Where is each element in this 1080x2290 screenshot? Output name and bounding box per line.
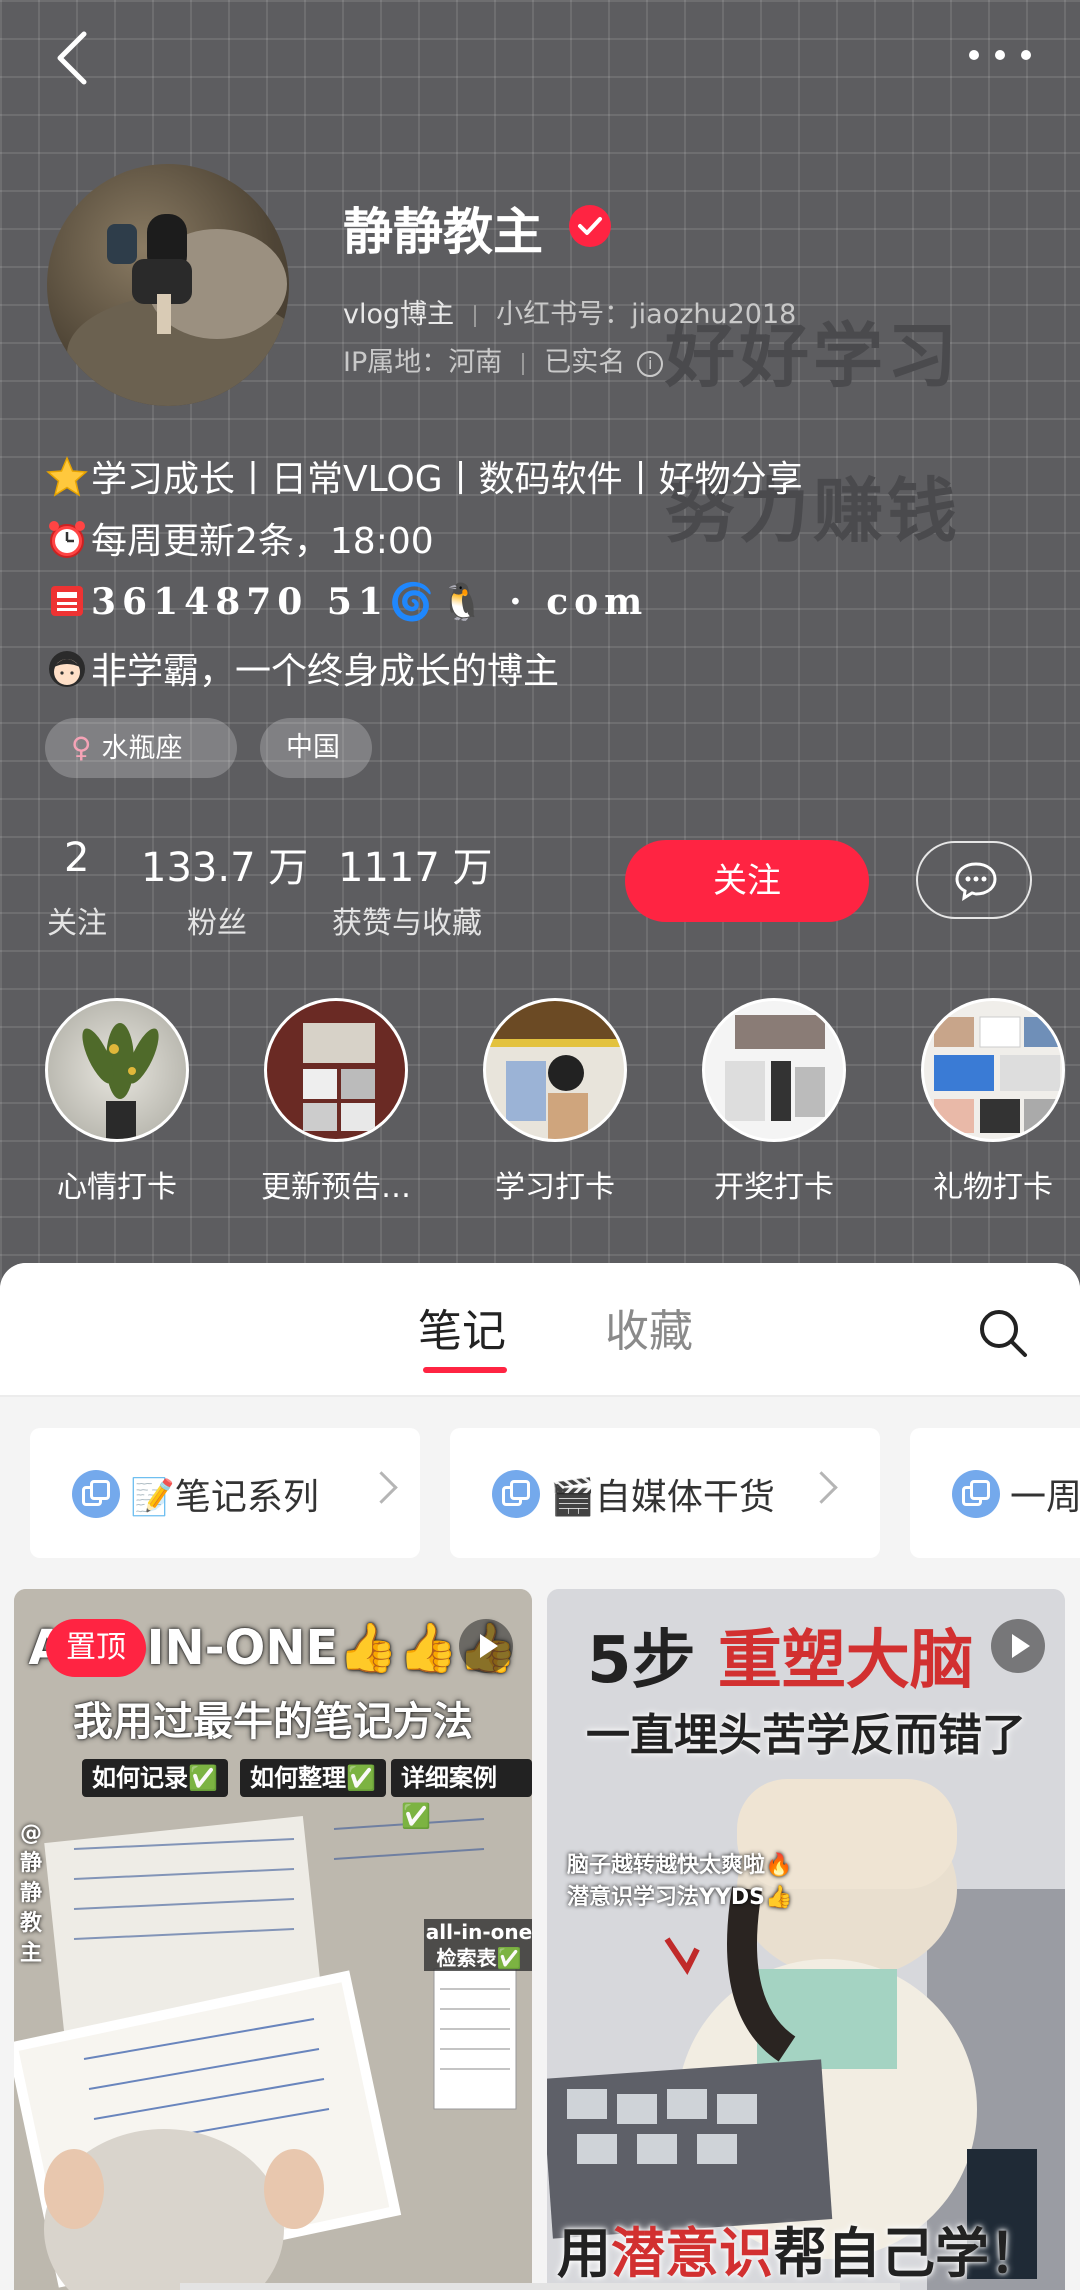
followers-label[interactable]: 粉丝 — [187, 898, 247, 942]
star-icon — [46, 456, 88, 497]
tab-notes[interactable]: 笔记 — [418, 1295, 506, 1359]
collection-label: 笔记系列 — [174, 1477, 319, 1518]
category-label: vlog博主 — [343, 299, 455, 330]
highlight-label[interactable]: 礼物打卡 — [883, 1162, 1080, 1206]
highlight-label[interactable]: 学习打卡 — [445, 1162, 665, 1206]
collection-media-tips[interactable]: 🎬自媒体干货 — [450, 1428, 880, 1558]
highlight-label[interactable]: 更新预告… — [226, 1162, 446, 1206]
more-dots-icon[interactable] — [960, 30, 1040, 80]
card-tag: 如何记录✅ — [82, 1759, 228, 1797]
profile-header: 好好学习 努力赚钱 静静教主 vlog博主 小红书号：jiaozhu2018 IP… — [0, 0, 1080, 1290]
highlight-mood[interactable] — [45, 998, 189, 1142]
message-button[interactable] — [916, 841, 1032, 919]
verified-check-icon — [569, 205, 611, 247]
bio-line: 3614870 51🌀🐧 · com — [45, 578, 648, 623]
card-subtitle: 我用过最牛的笔记方法 — [73, 1699, 473, 1745]
scroll-indicator — [180, 2283, 900, 2290]
chevron-right-icon — [805, 1471, 838, 1504]
tag-region[interactable]: 中国 — [260, 718, 372, 778]
card-tag: 如何整理✅ — [240, 1759, 386, 1797]
avatar[interactable] — [47, 164, 289, 406]
card-caption: 潜意识学习法YYDS👍 — [567, 1885, 793, 1910]
play-icon — [459, 1619, 513, 1673]
profile-meta-2: IP属地：河南 已实名 i — [343, 340, 664, 379]
content-sheet: 笔记 收藏 📝笔记系列 🎬自媒体干货 一周 ALL-IN-ONE👍👍👍 我用过最… — [0, 1263, 1080, 2290]
highlight-label[interactable]: 心情打卡 — [7, 1162, 227, 1206]
alarm-clock-icon — [49, 521, 85, 558]
highlight-study[interactable] — [483, 998, 627, 1142]
card-index-label: all-in-one 检索表✅ — [424, 1919, 532, 1971]
female-icon: ♀ — [71, 731, 92, 764]
likes-count[interactable]: 1117 万 — [338, 835, 493, 893]
collection-notes-series[interactable]: 📝笔记系列 — [30, 1428, 420, 1558]
collection-icon — [492, 1470, 540, 1518]
note-card[interactable]: 5步 重塑大脑 一直埋头苦学反而错了 脑子越转越快太爽啦🔥 潜意识学习法YYDS… — [547, 1589, 1065, 2290]
collection-icon — [72, 1470, 120, 1518]
pinned-badge: 置顶 — [46, 1619, 146, 1677]
profile-meta: vlog博主 小红书号：jiaozhu2018 — [343, 292, 796, 331]
following-count[interactable]: 2 — [64, 835, 89, 881]
chevron-left-icon[interactable] — [46, 28, 106, 88]
ip-location: IP属地：河南 — [343, 347, 503, 378]
collection-label: 一周 — [1010, 1477, 1080, 1518]
bio-line: 非学霸，一个终身成长的博主 — [45, 642, 559, 694]
girl-icon — [49, 651, 85, 687]
follow-button[interactable]: 关注 — [625, 840, 869, 922]
card-caption: 脑子越转越快太爽啦🔥 — [567, 1853, 793, 1878]
profile-name: 静静教主 — [343, 203, 543, 261]
tag-zodiac[interactable]: ♀ 水瓶座 — [45, 718, 237, 778]
highlight-gift[interactable] — [921, 998, 1065, 1142]
chevron-right-icon — [365, 1471, 398, 1504]
highlight-preview[interactable] — [264, 998, 408, 1142]
collection-icon — [952, 1470, 1000, 1518]
play-icon — [991, 1619, 1045, 1673]
likes-label[interactable]: 获赞与收藏 — [332, 898, 482, 942]
card-subtitle: 一直埋头苦学反而错了 — [586, 1710, 1026, 1761]
card-tag: 详细案例✅ — [391, 1759, 532, 1830]
followers-count[interactable]: 133.7 万 — [141, 835, 308, 893]
real-name-label: 已实名 — [544, 347, 626, 378]
collection-week[interactable]: 一周 — [910, 1428, 1080, 1558]
chat-bubble-icon — [955, 862, 997, 901]
info-icon[interactable]: i — [637, 350, 664, 377]
highlight-lottery[interactable] — [702, 998, 846, 1142]
card-title: 5步 重塑大脑 — [587, 1624, 974, 1698]
tab-favorites[interactable]: 收藏 — [605, 1295, 693, 1359]
divider — [474, 304, 477, 327]
note-card-pinned[interactable]: ALL-IN-ONE👍👍👍 我用过最牛的笔记方法 如何记录✅ 如何整理✅ 详细案… — [14, 1589, 532, 2290]
xhs-id[interactable]: 小红书号：jiaozhu2018 — [496, 299, 796, 330]
following-label[interactable]: 关注 — [47, 898, 107, 942]
search-icon[interactable] — [975, 1305, 1029, 1359]
card-side-text: @静静教主 — [20, 1821, 43, 1966]
divider — [522, 352, 525, 375]
card-bottom-title: 用潜意识帮自己学！ — [557, 2222, 1043, 2285]
collection-label: 自媒体干货 — [594, 1477, 775, 1518]
active-tab-indicator — [423, 1367, 507, 1373]
bio-line: 学习成长丨日常VLOG丨数码软件丨好物分享 — [45, 450, 803, 502]
bio-line: 每周更新2条，18:00 — [45, 512, 434, 564]
highlight-label[interactable]: 开奖打卡 — [664, 1162, 884, 1206]
mailbox-icon — [51, 586, 83, 616]
tab-bar: 笔记 收藏 — [0, 1263, 1080, 1397]
